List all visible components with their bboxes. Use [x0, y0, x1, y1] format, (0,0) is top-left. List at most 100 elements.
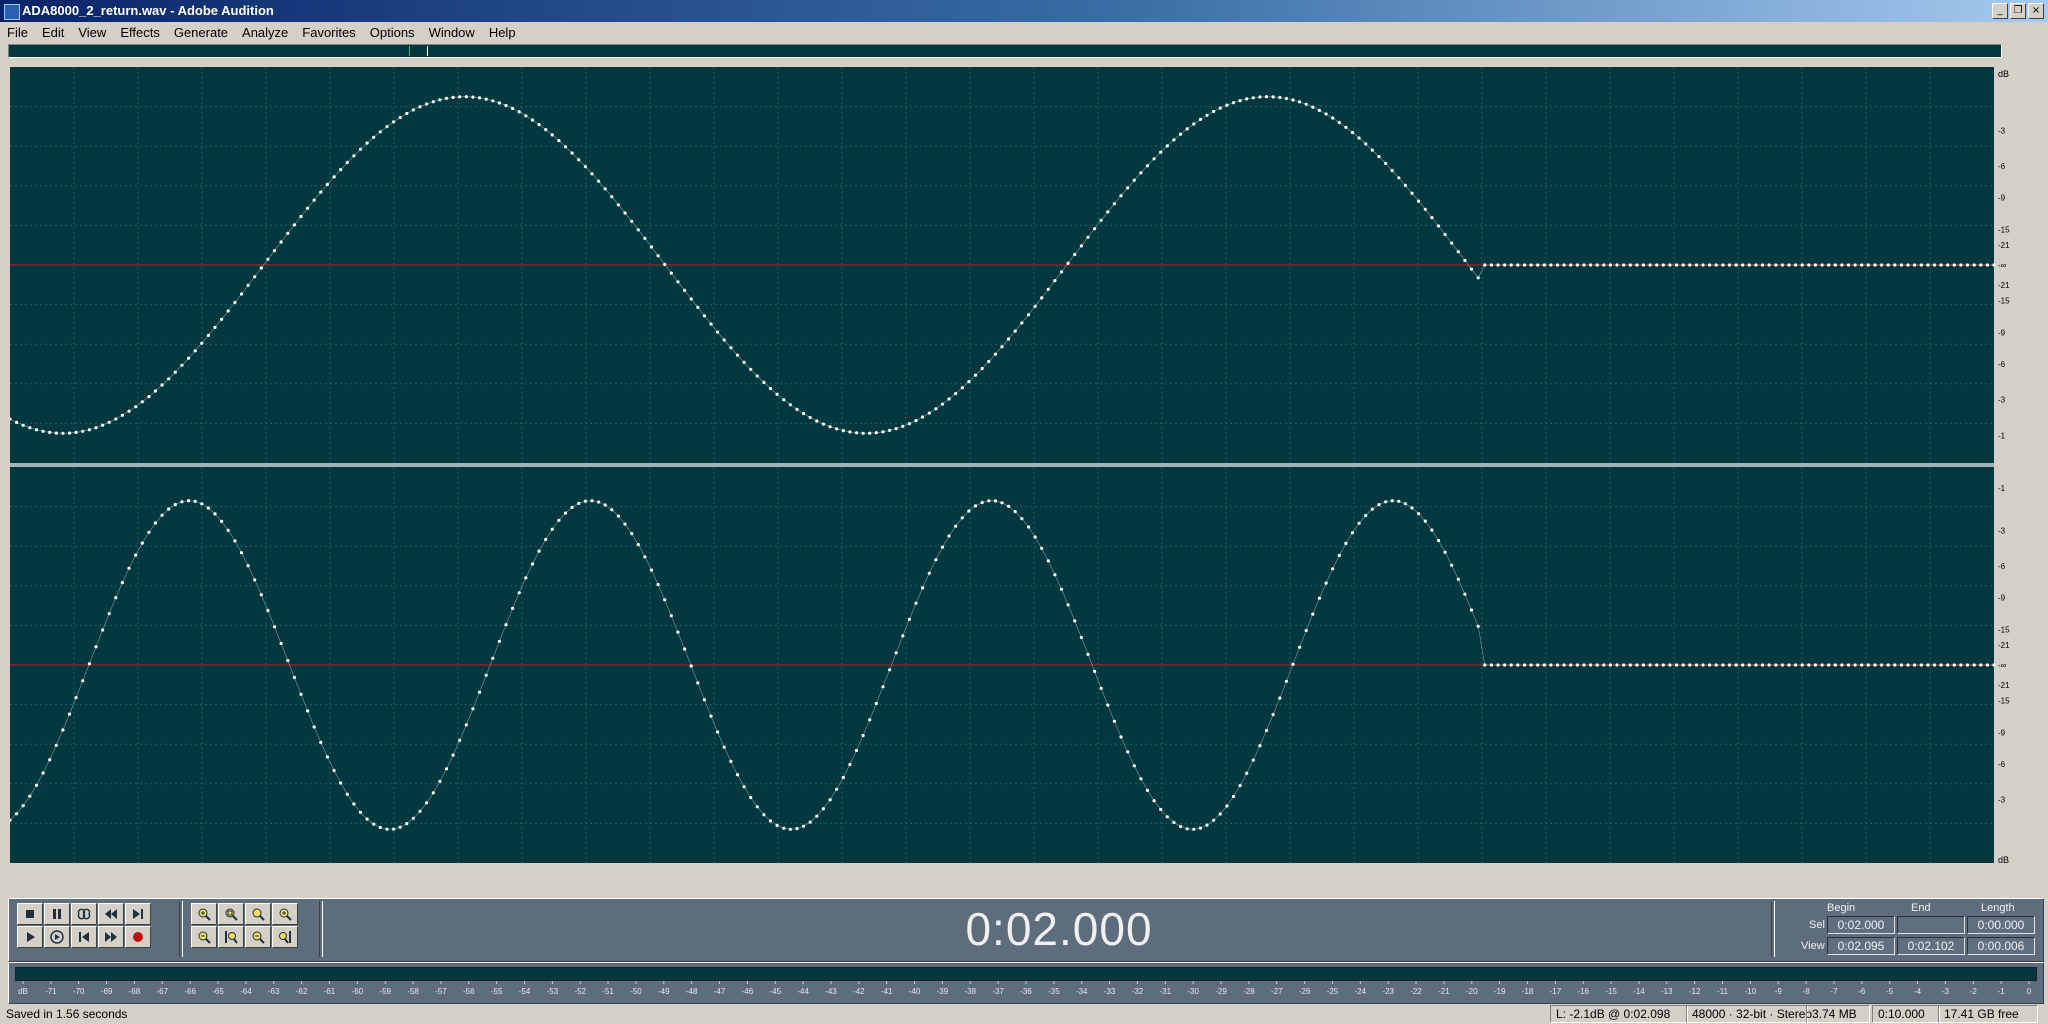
sample-point [431, 100, 435, 104]
menu-window[interactable]: Window [422, 25, 482, 40]
sample-point [530, 118, 535, 122]
sample-point [253, 578, 257, 582]
view-end-field[interactable]: 0:02.102 [1897, 937, 1965, 955]
sample-point [1139, 171, 1143, 175]
sample-point [980, 366, 984, 371]
zoom-in-left-button[interactable] [218, 926, 244, 948]
zoom-out-horizontal-button[interactable] [191, 926, 217, 948]
sample-point [947, 534, 951, 538]
sel-begin-field[interactable]: 0:02.000 [1827, 916, 1895, 934]
db-tick-label: -9 [1998, 728, 2006, 737]
sample-point [934, 407, 938, 411]
record-button[interactable] [125, 926, 151, 948]
sample-point [563, 511, 568, 515]
meter-tick-label: -52 [574, 987, 586, 996]
zoom-selection-button[interactable] [245, 903, 271, 925]
audition-app-icon[interactable] [4, 4, 20, 20]
sample-point [1106, 703, 1110, 707]
sample-point [663, 598, 667, 602]
sample-point [722, 745, 726, 749]
sample-point [1648, 663, 1652, 667]
waveform-display[interactable]: 2.09622.09642.09662.09682.09702.09722.09… [8, 67, 2010, 884]
meter-tick-label: -25 [1327, 987, 1339, 996]
sample-point [1807, 663, 1811, 667]
meter-tick-label: -39 [937, 987, 949, 996]
zoom-full-button[interactable] [218, 903, 244, 925]
sample-point [41, 429, 45, 433]
sample-point [1099, 218, 1103, 222]
zoom-out-vertical-icon [252, 931, 265, 944]
sample-point [854, 748, 859, 753]
menu-edit[interactable]: Edit [35, 25, 71, 40]
pause-button[interactable] [44, 903, 70, 925]
sample-point [1893, 663, 1897, 667]
waveform-svg[interactable]: 2.09622.09642.09662.09682.09702.09722.09… [8, 67, 2010, 884]
sample-point [484, 97, 488, 101]
zoom-in-vertical-button[interactable] [272, 903, 298, 925]
menu-effects[interactable]: Effects [113, 25, 167, 40]
view-begin-field[interactable]: 0:02.095 [1827, 937, 1895, 955]
sample-point [537, 549, 541, 553]
level-meter: dB -71 -70 -69 -68 -67 -66 -65 -64 -63 -62 -61 -60 -5… [8, 962, 2044, 1004]
play-button[interactable] [17, 926, 43, 948]
sample-point [1218, 812, 1222, 816]
rewind-button[interactable] [98, 903, 124, 925]
sample-point [689, 664, 693, 668]
zoom-out-vertical-button[interactable] [245, 926, 271, 948]
sel-length-field[interactable]: 0:00.000 [1967, 916, 2035, 934]
sample-point [1701, 263, 1705, 267]
meter-tick-label: -26 [1299, 987, 1311, 996]
sample-point [1000, 501, 1004, 505]
zoom-in-horizontal-button[interactable] [191, 903, 217, 925]
sample-point [1688, 263, 1692, 267]
sample-point [1331, 116, 1335, 120]
meter-tick-label: -6 [1858, 987, 1866, 996]
zoom-in-right-button[interactable] [272, 926, 298, 948]
status-level: L: -2.1dB @ 0:02.098 [1550, 1005, 1688, 1023]
overview-bar[interactable] [8, 44, 2002, 58]
sample-point [828, 798, 832, 802]
menu-favorites[interactable]: Favorites [295, 25, 362, 40]
sample-point [411, 816, 415, 820]
menu-options[interactable]: Options [363, 25, 422, 40]
sample-point [1145, 788, 1150, 793]
menu-view[interactable]: View [71, 25, 113, 40]
stop-button[interactable] [17, 903, 43, 925]
restore-button[interactable]: ❐ [2010, 3, 2026, 19]
loop-button[interactable] [71, 903, 97, 925]
sample-point [1701, 663, 1705, 667]
sample-point [398, 115, 402, 120]
menu-file[interactable]: File [0, 25, 35, 40]
sample-point [1053, 573, 1057, 577]
sample-point [1059, 270, 1064, 274]
sample-point [808, 820, 812, 824]
go-end-button[interactable] [125, 903, 151, 925]
transport-panel: 0:02.000 Begin End Length Sel View 0:02.… [8, 898, 2044, 962]
sample-point [1979, 663, 1983, 667]
sample-point [1040, 546, 1044, 550]
fast-forward-button[interactable] [98, 926, 124, 948]
sample-point [319, 190, 323, 194]
minimize-button[interactable]: _ [1992, 3, 2008, 19]
sample-point [385, 827, 389, 831]
sample-point [1833, 263, 1837, 267]
sample-point [61, 728, 65, 732]
channel-divider[interactable] [10, 463, 1994, 467]
menu-analyze[interactable]: Analyze [235, 25, 295, 40]
menu-help[interactable]: Help [482, 25, 523, 40]
sample-point [881, 430, 885, 434]
play-to-end-button[interactable] [44, 926, 70, 948]
sample-point [54, 431, 58, 435]
sample-point [147, 395, 151, 399]
menu-generate[interactable]: Generate [167, 25, 235, 40]
view-length-field[interactable]: 0:00.006 [1967, 937, 2035, 955]
sample-point [775, 392, 779, 396]
db-tick-label: -21 [1998, 681, 2010, 690]
go-start-button[interactable] [71, 926, 97, 948]
sample-point [1397, 499, 1401, 503]
close-button[interactable]: × [2028, 3, 2044, 19]
sample-point [299, 692, 303, 696]
sample-point [894, 427, 898, 431]
sample-point [28, 426, 32, 430]
sel-end-field[interactable] [1897, 916, 1965, 934]
